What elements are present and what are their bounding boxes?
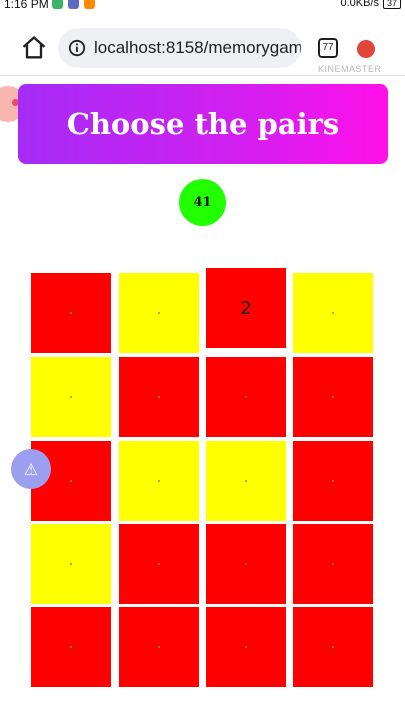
url-text[interactable]: localhost:8158/memorygame <box>94 38 301 58</box>
info-icon[interactable] <box>68 39 86 57</box>
card-dot-icon <box>158 312 160 314</box>
memory-card[interactable] <box>293 273 373 353</box>
card-label: 2 <box>240 297 252 319</box>
memory-card[interactable] <box>31 524 111 604</box>
card-dot-icon <box>245 563 247 565</box>
memory-card[interactable] <box>119 441 199 521</box>
card-dot-icon <box>332 563 334 565</box>
page-title: Choose the pairs <box>66 107 340 141</box>
page-header: Choose the pairs <box>18 84 388 164</box>
card-dot-icon <box>245 646 247 648</box>
browser-toolbar: localhost:8158/memorygame 77 KINEMASTER <box>0 14 405 76</box>
card-dot-icon <box>158 563 160 565</box>
battery-icon: 37 <box>382 0 401 9</box>
memory-card[interactable] <box>31 273 111 353</box>
memory-card[interactable] <box>293 357 373 437</box>
app-notification-icon <box>68 0 79 9</box>
card-dot-icon <box>332 396 334 398</box>
memory-card[interactable] <box>119 607 199 687</box>
status-bar: 1:16 PM 0.0KB/s 37 <box>0 0 405 12</box>
browser-menu-icon[interactable] <box>357 40 375 58</box>
card-dot-icon <box>158 396 160 398</box>
app-notification-icon <box>52 0 63 9</box>
card-dot-icon <box>70 312 72 314</box>
card-dot-icon <box>70 396 72 398</box>
memory-card[interactable] <box>206 357 286 437</box>
card-dot-icon <box>70 646 72 648</box>
memory-card[interactable]: 2 <box>206 268 286 348</box>
memory-card[interactable] <box>293 524 373 604</box>
card-dot-icon <box>70 480 72 482</box>
memory-card[interactable] <box>31 357 111 437</box>
address-bar[interactable]: localhost:8158/memorygame <box>58 28 301 68</box>
card-dot-icon <box>158 646 160 648</box>
memory-card[interactable] <box>293 441 373 521</box>
memory-card[interactable] <box>206 441 286 521</box>
card-dot-icon <box>332 480 334 482</box>
card-dot-icon <box>332 312 334 314</box>
memory-card[interactable] <box>119 524 199 604</box>
memory-card[interactable] <box>119 273 199 353</box>
memory-card[interactable] <box>206 607 286 687</box>
score-badge: 41 <box>179 179 226 226</box>
card-dot-icon <box>70 563 72 565</box>
tab-switcher-icon[interactable]: 77 <box>318 38 338 58</box>
home-icon[interactable] <box>20 34 48 62</box>
card-dot-icon <box>158 480 160 482</box>
card-dot-icon <box>332 646 334 648</box>
status-indicators: 0.0KB/s 37 <box>340 0 401 9</box>
memory-card[interactable] <box>119 357 199 437</box>
memory-card[interactable] <box>293 607 373 687</box>
memory-card[interactable] <box>31 607 111 687</box>
card-dot-icon <box>245 480 247 482</box>
status-time: 1:16 PM <box>4 0 49 11</box>
card-dot-icon <box>245 396 247 398</box>
watermark: KINEMASTER <box>318 64 382 74</box>
network-speed: 0.0KB/s <box>340 0 379 9</box>
alert-button[interactable]: ⚠ <box>11 449 51 489</box>
memory-card[interactable] <box>206 524 286 604</box>
app-notification-icon <box>84 0 95 9</box>
